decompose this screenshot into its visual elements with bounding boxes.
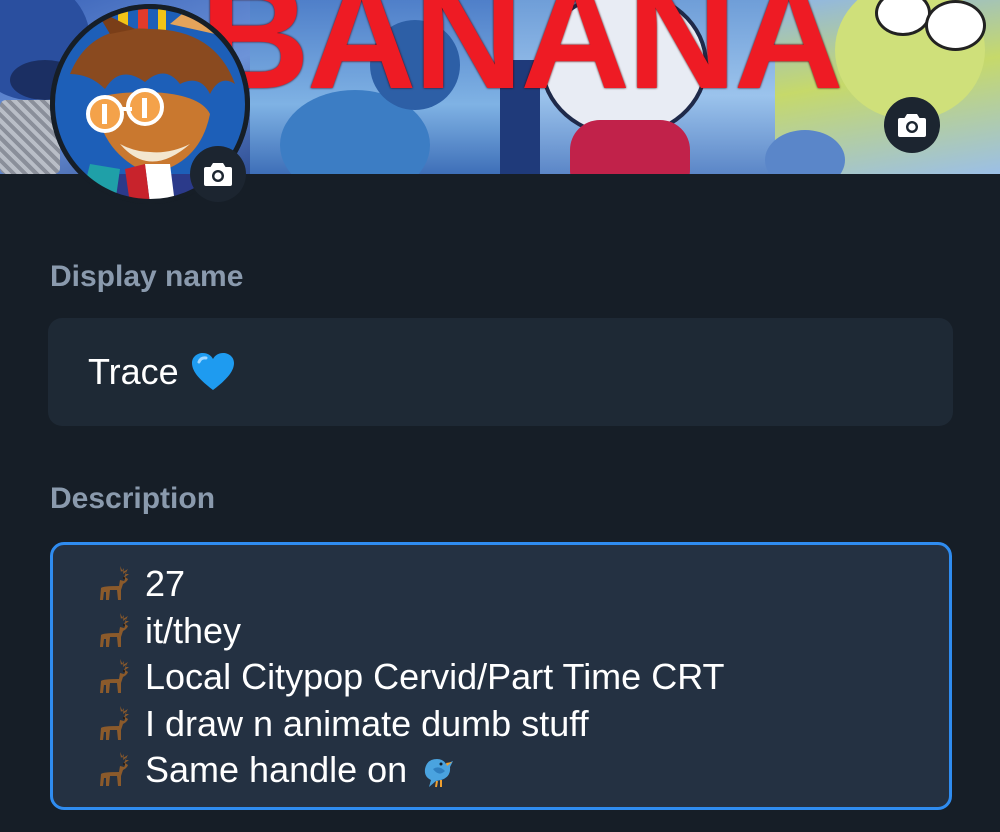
description-line: Same handle on xyxy=(93,747,929,794)
description-line: Local Citypop Cervid/Part Time CRT xyxy=(93,654,929,701)
description-line: 27 xyxy=(93,561,929,608)
display-name-value: Trace xyxy=(88,351,179,392)
banner-title-text: BANANA xyxy=(200,0,844,121)
deer-icon xyxy=(100,566,129,601)
camera-icon xyxy=(898,114,926,137)
description-textarea[interactable]: 27 it/they Local Citypop Cervid/Part Tim… xyxy=(50,542,952,810)
description-line: it/they xyxy=(93,608,929,655)
deer-icon xyxy=(100,659,129,694)
description-line-text: it/they xyxy=(145,609,242,651)
description-line: I draw n animate dumb stuff xyxy=(93,701,929,748)
deer-icon xyxy=(100,752,129,787)
bird-icon xyxy=(425,759,454,788)
description-line-text: I draw n animate dumb stuff xyxy=(145,702,589,744)
description-line-text: 27 xyxy=(145,563,186,605)
deer-icon xyxy=(100,612,129,647)
display-name-label: Display name xyxy=(50,260,244,293)
display-name-input[interactable]: Trace xyxy=(48,318,953,426)
deer-icon xyxy=(100,705,129,740)
description-label: Description xyxy=(50,482,216,515)
description-line-text: Local Citypop Cervid/Part Time CRT xyxy=(145,656,725,698)
camera-icon xyxy=(204,163,232,186)
change-banner-button[interactable] xyxy=(884,97,940,153)
change-avatar-button[interactable] xyxy=(190,146,246,202)
blue-heart-icon xyxy=(191,353,234,390)
description-line-text: Same handle on xyxy=(145,749,408,791)
edit-profile-screen: BANANA Display name Trace Description 27… xyxy=(0,0,1000,832)
